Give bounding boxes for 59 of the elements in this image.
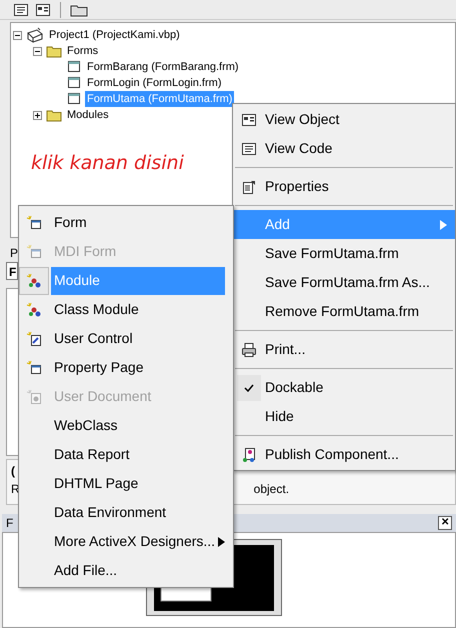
folder-icon [46,44,62,58]
view-code-icon [241,140,257,156]
tree-item[interactable]: FormLogin (FormLogin.frm) [85,74,224,92]
new-module-icon [26,272,42,288]
submenu-arrow-icon [440,220,447,230]
menu-item[interactable]: Save FormUtama.frm [233,239,455,268]
menu-item[interactable]: Properties [233,172,455,201]
component-icon [241,446,257,462]
menu-item[interactable]: Add File... [19,556,233,585]
new-module-icon [26,302,42,318]
new-form-icon [26,244,42,260]
new-control-icon [26,330,42,346]
check-icon [244,384,254,392]
form-icon [66,76,82,90]
menu-item[interactable]: Print... [233,335,455,364]
menu-item[interactable]: View Object [233,105,455,134]
menu-item[interactable]: Remove FormUtama.frm [233,297,455,326]
form-icon [66,92,82,106]
menu-item[interactable]: User Control [19,324,233,353]
printer-icon [241,342,257,358]
new-document-icon [26,388,42,404]
menu-item[interactable]: Save FormUtama.frm As... [233,268,455,297]
description-title: ( [11,463,16,480]
tree-item[interactable]: Forms [65,42,100,60]
properties-icon [241,178,257,194]
tree-item[interactable]: Project1 (ProjectKami.vbp) [47,26,182,44]
folder-icon[interactable] [70,2,88,16]
collapse-icon[interactable] [13,30,22,40]
folder-icon [46,108,62,122]
panel-title: P [10,245,18,262]
tree-item[interactable]: Modules [65,106,111,124]
new-form-icon [26,360,42,376]
menu-item[interactable]: DHTML Page [19,469,233,498]
close-button[interactable]: ✕ [438,516,452,530]
menu-item[interactable]: Class Module [19,295,233,324]
project-icon [26,27,44,43]
menu-item[interactable]: Form [19,208,233,237]
menu-item[interactable]: Dockable [233,373,455,402]
collapse-icon[interactable] [33,46,42,56]
view-code-icon [13,2,29,18]
view-object-icon [241,112,257,128]
menu-item[interactable]: Data Environment [19,498,233,527]
panel-title: F [6,515,14,532]
menu-item[interactable]: Data Report [19,440,233,469]
description-text: object. [254,481,290,498]
tree-item[interactable]: FormBarang (FormBarang.frm) [85,58,241,76]
view-object-icon [35,2,51,18]
menu-item[interactable]: WebClass [19,411,233,440]
submenu-arrow-icon [218,536,225,546]
object-combo[interactable]: F [6,262,18,280]
new-form-icon [26,214,42,230]
menu-item[interactable]: View Code [233,134,455,163]
annotation-text: klik kanan disini [31,151,185,176]
menu-item[interactable]: Publish Component... [233,440,455,469]
menu-item[interactable]: Property Page [19,353,233,382]
menu-item[interactable]: More ActiveX Designers... [19,527,233,556]
menu-item[interactable]: Hide [233,402,455,431]
form-icon [66,60,82,74]
expand-icon[interactable] [33,110,42,120]
